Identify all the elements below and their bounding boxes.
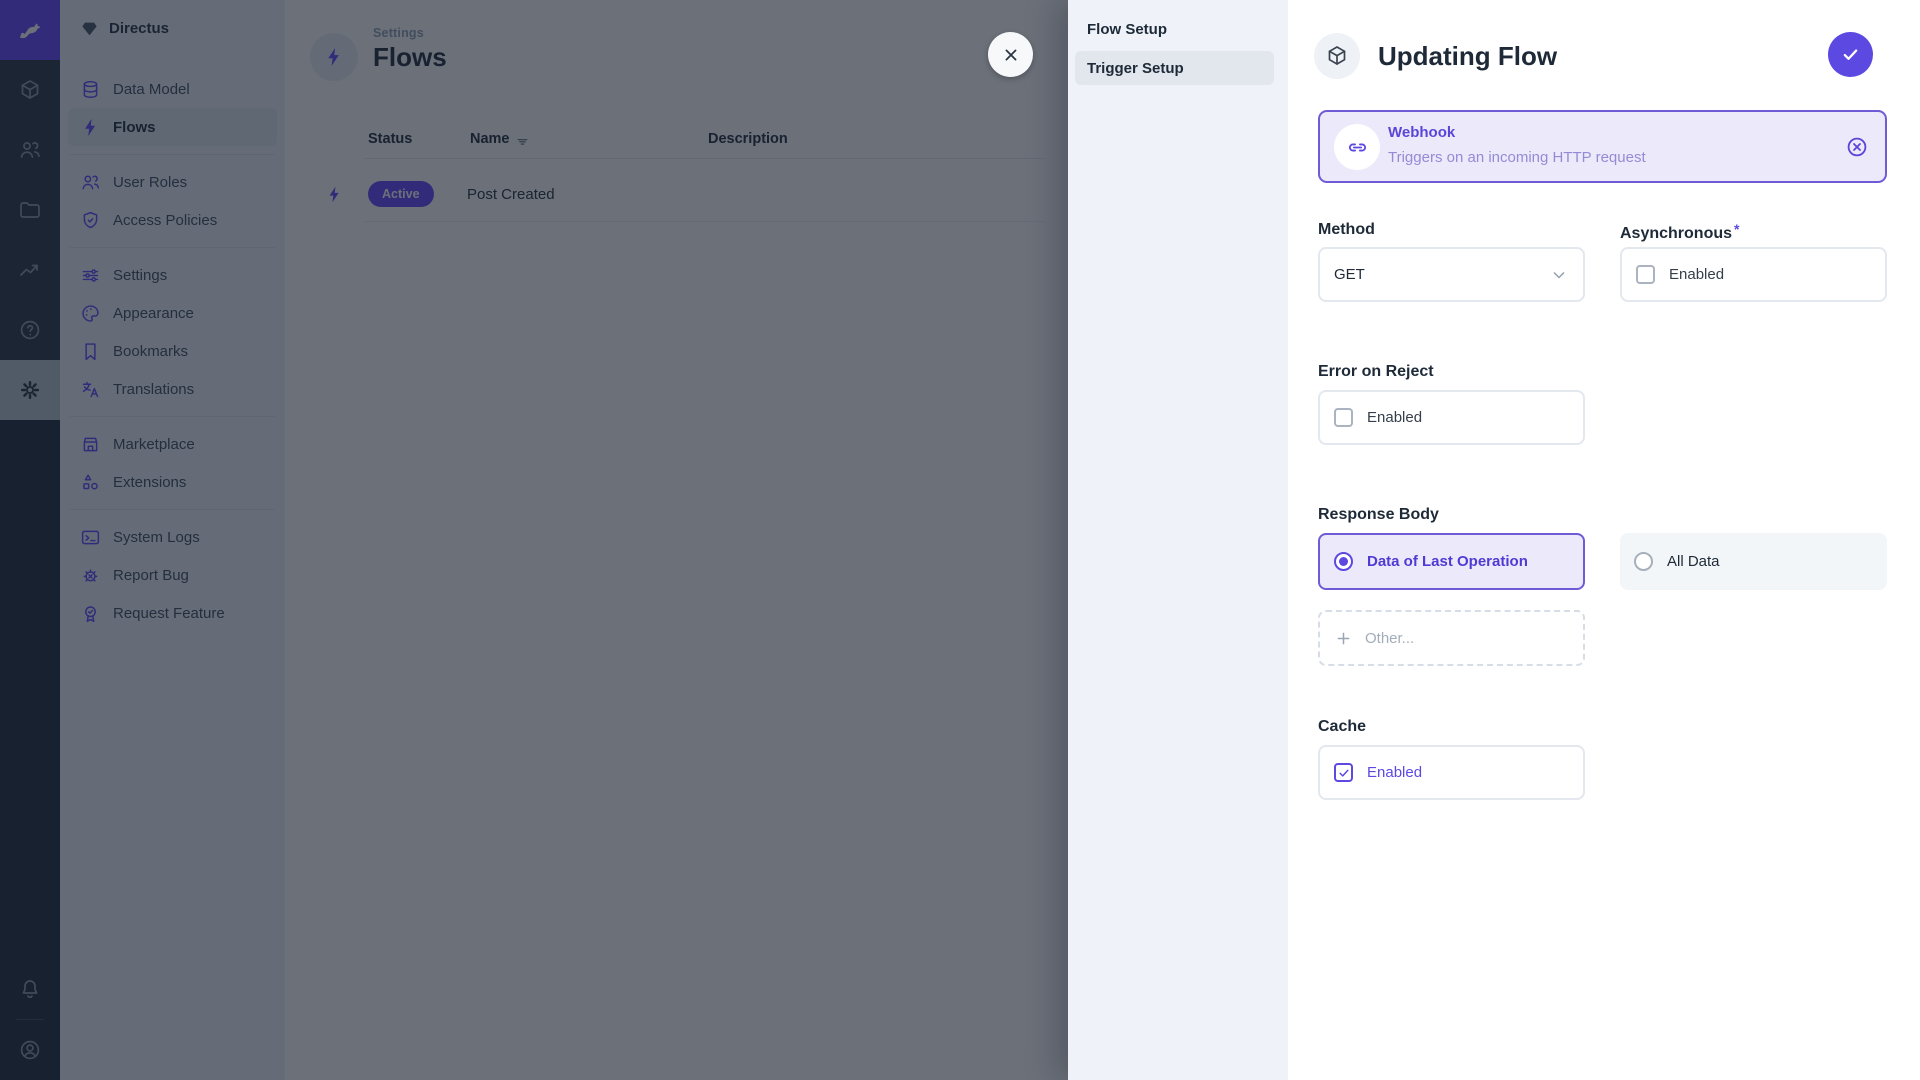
drawer-content: Updating Flow Webhook Triggers on an inc… xyxy=(1288,0,1920,1080)
response-body-label: Response Body xyxy=(1318,506,1439,524)
drawer-overlay[interactable] xyxy=(0,0,1068,1080)
asynchronous-checkbox[interactable] xyxy=(1636,265,1655,284)
radio-selected-icon xyxy=(1334,552,1353,571)
webhook-icon-circle xyxy=(1334,124,1380,170)
circle-x-icon[interactable] xyxy=(1845,135,1869,159)
radio-icon xyxy=(1634,552,1653,571)
cache-checkbox-label: Enabled xyxy=(1367,764,1422,781)
required-asterisk: * xyxy=(1734,221,1739,237)
cache-checkbox[interactable] xyxy=(1334,763,1353,782)
check-icon xyxy=(1337,766,1351,780)
drawer-nav: Flow Setup Trigger Setup xyxy=(1068,0,1288,1080)
error-on-reject-label: Error on Reject xyxy=(1318,363,1434,381)
drawer-title-icon-circle xyxy=(1314,33,1360,79)
x-icon xyxy=(1001,45,1021,65)
updating-flow-drawer: Flow Setup Trigger Setup Updating Flow We… xyxy=(1068,0,1920,1080)
method-label: Method xyxy=(1318,221,1375,239)
trigger-card-description: Triggers on an incoming HTTP request xyxy=(1388,149,1646,166)
cache-field[interactable]: Enabled xyxy=(1318,745,1585,800)
drawer-close-button[interactable] xyxy=(988,32,1033,77)
webhook-trigger-card[interactable]: Webhook Triggers on an incoming HTTP req… xyxy=(1318,110,1887,183)
link-icon xyxy=(1346,136,1369,159)
trigger-card-title: Webhook xyxy=(1388,124,1455,141)
response-body-option-last-operation[interactable]: Data of Last Operation xyxy=(1318,533,1585,590)
other-label: Other... xyxy=(1365,630,1414,647)
check-icon xyxy=(1840,44,1861,65)
chevron-down-icon xyxy=(1549,265,1569,285)
cube-icon xyxy=(1325,44,1349,68)
save-button[interactable] xyxy=(1828,32,1873,77)
drawer-nav-trigger-setup[interactable]: Trigger Setup xyxy=(1075,51,1274,85)
error-on-reject-checkbox-label: Enabled xyxy=(1367,409,1422,426)
error-on-reject-checkbox[interactable] xyxy=(1334,408,1353,427)
drawer-nav-flow-setup[interactable]: Flow Setup xyxy=(1075,12,1274,46)
asynchronous-field[interactable]: Enabled xyxy=(1620,247,1887,302)
cache-label: Cache xyxy=(1318,718,1366,736)
method-value: GET xyxy=(1334,266,1365,283)
response-body-option-all-data[interactable]: All Data xyxy=(1620,533,1887,590)
error-on-reject-field[interactable]: Enabled xyxy=(1318,390,1585,445)
asynchronous-label: Asynchronous* xyxy=(1620,221,1739,243)
asynchronous-checkbox-label: Enabled xyxy=(1669,266,1724,283)
response-body-other-button[interactable]: Other... xyxy=(1318,610,1585,666)
method-select[interactable]: GET xyxy=(1318,247,1585,302)
drawer-title: Updating Flow xyxy=(1378,41,1557,72)
plus-icon xyxy=(1334,629,1353,648)
